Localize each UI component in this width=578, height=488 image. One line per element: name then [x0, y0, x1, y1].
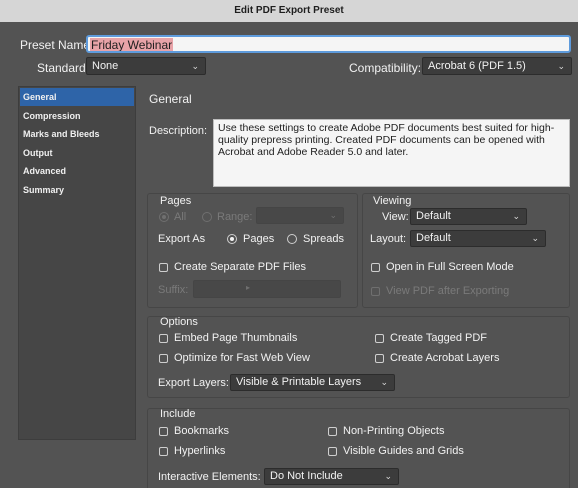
panel-heading: General [149, 92, 192, 106]
standard-dropdown[interactable]: None ⌄ [86, 57, 206, 75]
pages-range-label: Range: [217, 211, 253, 223]
standard-label: Standard: [37, 61, 90, 75]
acrobat-layers-checkbox[interactable] [375, 354, 384, 363]
pages-group-title: Pages [160, 195, 192, 207]
fast-web-view-checkbox[interactable] [159, 354, 168, 363]
view-after-exporting-checkbox[interactable] [371, 287, 380, 296]
pages-range-dropdown[interactable]: ⌄ [256, 207, 344, 224]
sidebar-item-marks-and-bleeds[interactable]: Marks and Bleeds [20, 125, 134, 143]
export-layers-value: Visible & Printable Layers [236, 376, 362, 388]
edit-pdf-export-preset-dialog: Edit PDF Export Preset Preset Name: Frid… [0, 0, 578, 488]
sidebar-item-general[interactable]: General [20, 88, 134, 106]
full-screen-mode-checkbox[interactable] [371, 263, 380, 272]
embed-thumbnails-label: Embed Page Thumbnails [174, 332, 298, 344]
view-dropdown[interactable]: Default ⌄ [410, 208, 527, 225]
tagged-pdf-checkbox[interactable] [375, 334, 384, 343]
full-screen-mode-label: Open in Full Screen Mode [386, 261, 514, 273]
interactive-elements-value: Do Not Include [270, 470, 343, 482]
chevron-down-icon: ⌄ [329, 210, 337, 220]
preset-name-label: Preset Name: [20, 38, 94, 52]
chevron-down-icon: ⌄ [531, 233, 539, 243]
sidebar-item-advanced[interactable]: Advanced [20, 162, 134, 180]
bookmarks-label: Bookmarks [174, 425, 230, 437]
sidebar-nav: General Compression Marks and Bleeds Out… [18, 86, 136, 440]
visible-guides-grids-label: Visible Guides and Grids [343, 445, 464, 457]
compatibility-value: Acrobat 6 (PDF 1.5) [428, 60, 526, 72]
visible-guides-grids-checkbox[interactable] [328, 447, 337, 456]
caret-right-icon: ▸ [246, 283, 251, 292]
non-printing-objects-checkbox[interactable] [328, 427, 337, 436]
layout-label: Layout: [370, 233, 407, 245]
preset-name-field[interactable]: Friday Webinar [86, 35, 571, 53]
export-as-pages-label: Pages [243, 233, 275, 245]
embed-thumbnails-checkbox[interactable] [159, 334, 168, 343]
hyperlinks-checkbox[interactable] [159, 447, 168, 456]
acrobat-layers-label: Create Acrobat Layers [390, 352, 500, 364]
chevron-down-icon: ⌄ [191, 61, 199, 71]
sidebar-item-summary[interactable]: Summary [20, 181, 134, 199]
interactive-elements-label: Interactive Elements: [158, 471, 261, 483]
standard-value: None [92, 60, 119, 72]
export-layers-label: Export Layers: [158, 377, 229, 389]
view-label: View: [382, 211, 409, 223]
description-label: Description: [149, 125, 208, 137]
tagged-pdf-label: Create Tagged PDF [390, 332, 488, 344]
chevron-down-icon: ⌄ [384, 471, 392, 481]
include-group-title: Include [160, 408, 196, 420]
non-printing-objects-label: Non-Printing Objects [343, 425, 445, 437]
hyperlinks-label: Hyperlinks [174, 445, 226, 457]
viewing-group-title: Viewing [373, 195, 412, 207]
description-textarea[interactable]: Use these settings to create Adobe PDF d… [213, 119, 570, 187]
compatibility-label: Compatibility: [349, 61, 422, 75]
chevron-down-icon: ⌄ [380, 377, 388, 387]
create-separate-pdf-label: Create Separate PDF Files [174, 261, 307, 273]
export-as-spreads-label: Spreads [303, 233, 344, 245]
export-as-label: Export As [158, 233, 206, 245]
compatibility-dropdown[interactable]: Acrobat 6 (PDF 1.5) ⌄ [422, 57, 572, 75]
suffix-field[interactable] [193, 280, 341, 298]
pages-all-label: All [174, 211, 187, 223]
chevron-down-icon: ⌄ [512, 211, 520, 221]
bookmarks-checkbox[interactable] [159, 427, 168, 436]
options-group-title: Options [160, 316, 198, 328]
view-after-exporting-label: View PDF after Exporting [386, 285, 510, 297]
interactive-elements-dropdown[interactable]: Do Not Include ⌄ [264, 468, 399, 485]
layout-dropdown[interactable]: Default ⌄ [410, 230, 546, 247]
pages-all-radio[interactable] [159, 212, 169, 222]
export-as-spreads-radio[interactable] [287, 234, 297, 244]
preset-name-value: Friday Webinar [90, 38, 174, 52]
sidebar-item-output[interactable]: Output [20, 144, 134, 162]
export-as-pages-radio[interactable] [227, 234, 237, 244]
layout-value: Default [416, 232, 451, 244]
create-separate-pdf-checkbox[interactable] [159, 263, 168, 272]
window-title: Edit PDF Export Preset [0, 0, 578, 22]
suffix-label: Suffix: [158, 284, 189, 296]
chevron-down-icon: ⌄ [557, 61, 565, 71]
pages-range-radio[interactable] [202, 212, 212, 222]
export-layers-dropdown[interactable]: Visible & Printable Layers ⌄ [230, 374, 395, 391]
fast-web-view-label: Optimize for Fast Web View [174, 352, 310, 364]
view-value: Default [416, 210, 451, 222]
sidebar-item-compression[interactable]: Compression [20, 107, 134, 125]
